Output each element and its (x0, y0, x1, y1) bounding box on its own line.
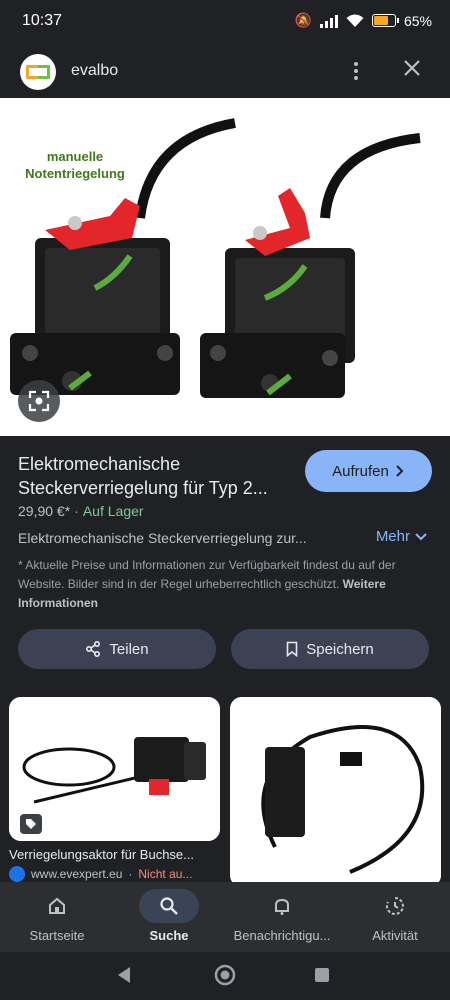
more-label: Mehr (375, 528, 410, 545)
site-logo[interactable] (20, 54, 56, 90)
chevron-right-icon (396, 465, 404, 477)
tag-icon (20, 814, 42, 834)
site-name[interactable]: evalbo (71, 62, 118, 80)
share-label: Teilen (109, 640, 149, 658)
battery-icon (371, 14, 399, 27)
save-label: Speichern (306, 640, 374, 658)
status-icons: 🔕 65% (295, 12, 432, 29)
visit-button[interactable]: Aufrufen (305, 450, 432, 492)
home-button-icon[interactable] (214, 964, 236, 986)
bottom-nav: Startseite Suche Benachrichtigu... Aktiv… (0, 882, 450, 952)
close-icon (404, 60, 420, 76)
chevron-down-icon (415, 532, 427, 540)
price-row: 29,90 €* · Auf Lager (18, 503, 144, 519)
system-nav-bar (0, 952, 450, 1000)
signal-icon (319, 14, 338, 28)
result-header: evalbo (0, 44, 450, 98)
nav-notifications[interactable]: Benachrichtigu... (222, 882, 342, 952)
lens-icon (28, 390, 50, 412)
related-image-card[interactable] (230, 697, 441, 887)
related-image (230, 697, 441, 887)
close-button[interactable] (402, 56, 422, 82)
status-time: 10:37 (22, 12, 63, 29)
nav-home[interactable]: Startseite (14, 882, 100, 952)
image-caption: manuelle Notentriegelung (25, 149, 125, 181)
bell-icon (252, 889, 312, 923)
product-description: Elektromechanische Steckerverriegelung z… (18, 530, 307, 546)
more-options-button[interactable] (346, 58, 366, 84)
back-icon[interactable] (116, 966, 132, 984)
related-title[interactable]: Verriegelungsaktor für Buchse... (9, 847, 221, 862)
share-button[interactable]: Teilen (18, 629, 216, 669)
home-icon (27, 889, 87, 923)
disclaimer: * Aktuelle Preise und Informationen zur … (18, 558, 396, 610)
search-icon (139, 889, 199, 923)
favicon-icon (9, 866, 25, 882)
save-button[interactable]: Speichern (231, 629, 429, 669)
battery-percent: 65% (403, 12, 432, 29)
activity-icon (365, 889, 425, 923)
wifi-icon (346, 14, 364, 27)
bookmark-icon (286, 641, 298, 657)
mute-icon: 🔕 (294, 12, 312, 28)
stock-status: Auf Lager (82, 503, 144, 519)
related-source: www.evexpert.eu · Nicht au... (9, 866, 221, 882)
recents-icon[interactable] (314, 967, 330, 983)
price: 29,90 €* (18, 503, 71, 519)
status-bar: 10:37 🔕 65% (0, 0, 450, 44)
nav-search[interactable]: Suche (126, 882, 212, 952)
more-button[interactable]: Mehr (376, 528, 428, 545)
visit-label: Aufrufen (332, 462, 389, 480)
product-title[interactable]: Elektromechanische Steckerverriegelung f… (18, 452, 298, 500)
share-icon (86, 641, 101, 657)
lens-search-button[interactable] (18, 380, 60, 422)
product-image[interactable]: manuelle Notentriegelung (0, 98, 450, 436)
nav-activity[interactable]: Aktivität (352, 882, 438, 952)
